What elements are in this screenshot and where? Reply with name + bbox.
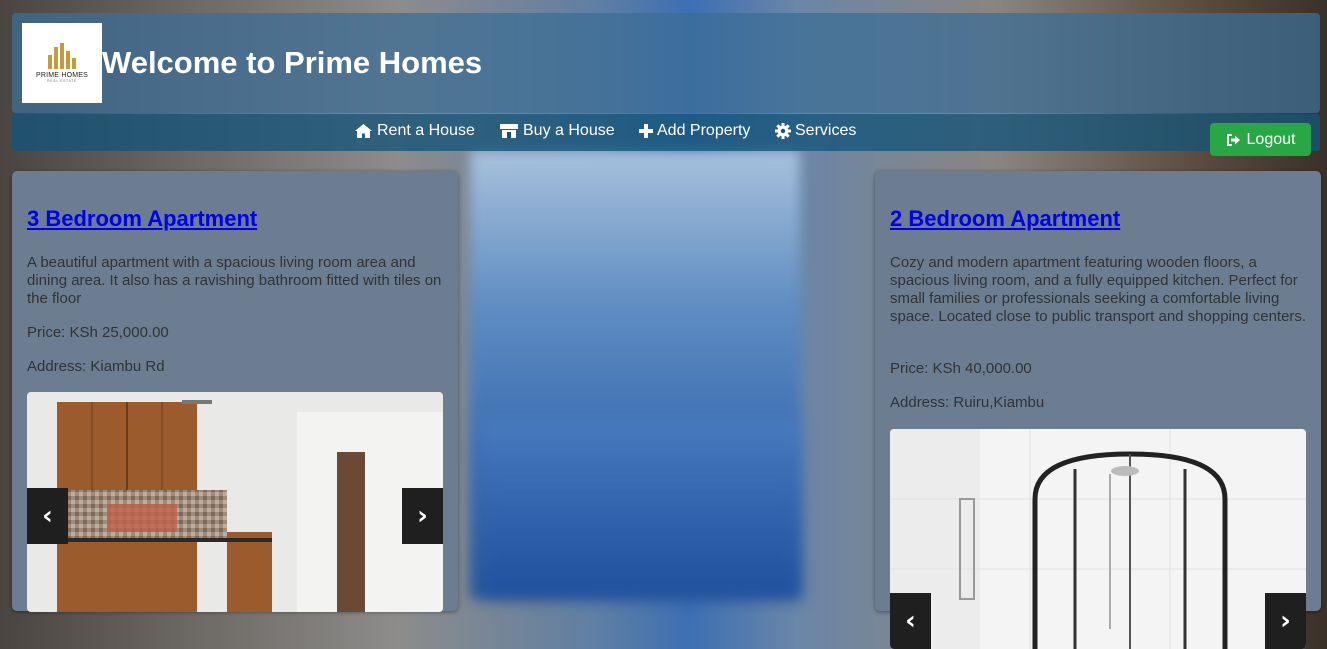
background-floor [480, 420, 800, 598]
gear-icon [775, 123, 791, 139]
logo-tagline: REAL ESTATE [47, 79, 77, 83]
site-header: PRIME HOMES REAL ESTATE Welcome to Prime… [12, 13, 1320, 113]
logout-label: Logout [1246, 130, 1296, 148]
store-icon [500, 124, 518, 138]
listing-price: Price: KSh 40,000.00 [890, 360, 1032, 377]
listing-image-carousel: ‹ › [27, 392, 443, 612]
nav-label: Services [795, 122, 857, 139]
listing-image-carousel: ‹ › [890, 429, 1306, 649]
listing-address: Address: Kiambu Rd [27, 358, 165, 375]
carousel-prev-button[interactable]: ‹ [27, 488, 68, 544]
carousel-next-button[interactable]: › [402, 488, 443, 544]
logo-name: PRIME HOMES [36, 72, 88, 79]
carousel-prev-button[interactable]: ‹ [890, 593, 931, 649]
home-icon [355, 124, 372, 138]
listing-card: 2 Bedroom Apartment Cozy and modern apar… [875, 171, 1321, 649]
plus-icon [639, 124, 653, 138]
listing-description: A beautiful apartment with a spacious li… [27, 254, 442, 307]
main-nav: Rent a House Buy a House Add Property Se… [12, 114, 1320, 151]
listing-description: Cozy and modern apartment featuring wood… [890, 254, 1307, 325]
shower-photo [890, 429, 1306, 649]
carousel-next-button[interactable]: › [1265, 593, 1306, 649]
nav-label: Add Property [657, 122, 751, 139]
listing-price: Price: KSh 25,000.00 [27, 324, 169, 341]
nav-buy-a-house[interactable]: Buy a House [499, 114, 615, 148]
building-logo-icon [48, 43, 76, 69]
nav-label: Buy a House [523, 122, 615, 139]
kitchen-photo [27, 392, 443, 612]
sign-out-icon [1226, 133, 1240, 146]
listing-card: 3 Bedroom Apartment A beautiful apartmen… [12, 171, 458, 612]
listing-title-link[interactable]: 3 Bedroom Apartment [27, 206, 257, 232]
logout-button[interactable]: Logout [1210, 123, 1311, 156]
site-logo[interactable]: PRIME HOMES REAL ESTATE [22, 23, 102, 103]
nav-rent-a-house[interactable]: Rent a House [354, 114, 475, 148]
listing-title-link[interactable]: 2 Bedroom Apartment [890, 206, 1120, 232]
page-title: Welcome to Prime Homes [102, 45, 483, 80]
nav-label: Rent a House [377, 122, 475, 139]
listing-address: Address: Ruiru,Kiambu [890, 394, 1045, 411]
nav-add-property[interactable]: Add Property [639, 114, 750, 148]
nav-services[interactable]: Services [775, 114, 856, 148]
